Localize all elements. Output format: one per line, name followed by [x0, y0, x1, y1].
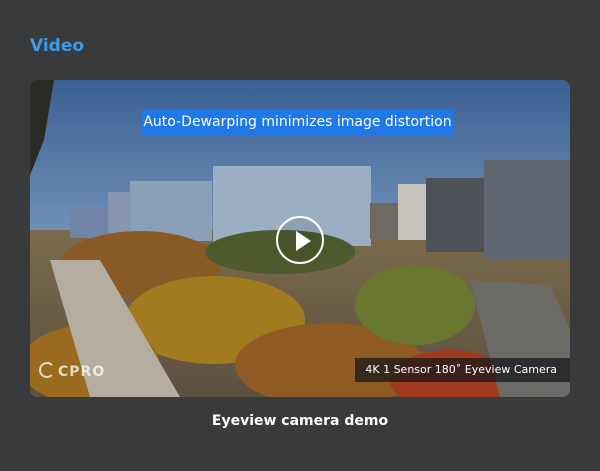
- brand-watermark: CPRO: [39, 362, 105, 380]
- overlay-caption: Auto-Dewarping minimizes image distortio…: [142, 110, 453, 135]
- play-button[interactable]: [276, 216, 324, 264]
- logo-icon: [39, 362, 55, 378]
- video-title: Eyeview camera demo: [211, 413, 389, 429]
- watermark-text: CPRO: [58, 364, 106, 380]
- play-icon: [296, 231, 311, 251]
- section-title: Video: [30, 36, 85, 56]
- video-player[interactable]: Auto-Dewarping minimizes image distortio…: [30, 80, 570, 397]
- spec-caption: 4K 1 Sensor 180˚ Eyeview Camera: [355, 358, 570, 382]
